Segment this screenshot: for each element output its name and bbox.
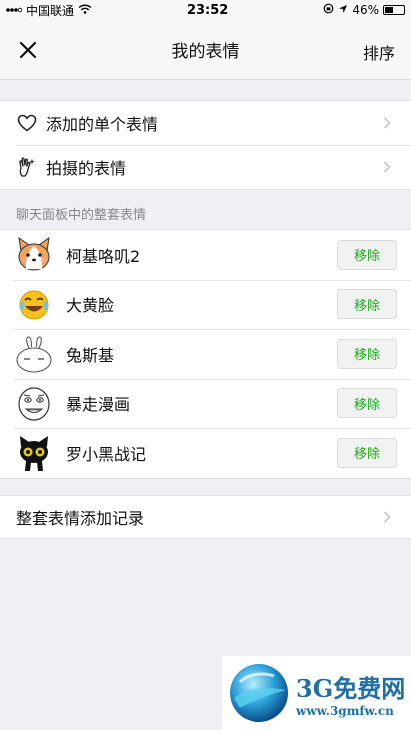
close-button[interactable] (14, 36, 42, 64)
chevron-right-icon (383, 117, 391, 129)
laughing-emoji-icon (14, 284, 54, 324)
pack-name: 兔斯基 (66, 345, 115, 365)
battery-percent: 46% (352, 3, 379, 17)
location-icon (338, 3, 348, 17)
pack-name: 大黄脸 (66, 296, 115, 316)
menu-item-added-single[interactable]: 添加的单个表情 (0, 101, 411, 145)
chevron-right-icon (383, 510, 391, 523)
rabbit-sticker-icon (14, 334, 54, 374)
sort-button[interactable]: 排序 (363, 40, 395, 64)
wifi-icon (78, 3, 92, 17)
chevron-right-icon (383, 161, 391, 173)
record-label: 整套表情添加记录 (16, 508, 145, 528)
pack-name: 暴走漫画 (66, 395, 131, 415)
remove-button[interactable]: 移除 (337, 239, 397, 270)
list-item[interactable]: 大黄脸 移除 (0, 279, 411, 330)
status-bar-right: 46% (323, 3, 405, 17)
remove-button[interactable]: 移除 (337, 388, 397, 419)
pack-name: 罗小黑战记 (66, 444, 147, 464)
menu-item-label: 拍摄的表情 (46, 159, 127, 178)
section-title: 聊天面板中的整套表情 (16, 208, 147, 223)
menu-item-label: 添加的单个表情 (46, 115, 159, 134)
nav-bar: 我的表情 排序 (0, 20, 411, 80)
watermark-url: www.3gmfw.cn (296, 703, 394, 718)
list-item[interactable]: 柯基咯叽2 移除 (0, 230, 411, 280)
status-bar: 中国联通 23:52 46% (0, 0, 411, 20)
close-icon (19, 41, 37, 59)
corgi-sticker-icon (14, 235, 54, 275)
watermark-title: 3G免费网 (296, 673, 406, 703)
rotation-lock-icon (323, 3, 334, 17)
heart-icon (16, 112, 38, 134)
pack-name: 柯基咯叽2 (66, 246, 141, 266)
remove-button[interactable]: 移除 (337, 289, 397, 320)
sticker-pack-list: 柯基咯叽2 移除 大黄脸 移除 兔斯基 移除 暴走漫画 移除 罗小黑战记 移除 (0, 229, 411, 479)
signal-icon (6, 3, 23, 17)
black-cat-icon (14, 433, 54, 473)
top-menu-group: 添加的单个表情 拍摄的表情 (0, 100, 411, 190)
list-item[interactable]: 暴走漫画 移除 (0, 378, 411, 429)
list-item[interactable]: 兔斯基 移除 (0, 329, 411, 379)
sticker-add-history-item[interactable]: 整套表情添加记录 (0, 496, 411, 538)
page-title: 我的表情 (171, 42, 240, 62)
status-bar-left: 中国联通 (6, 2, 92, 19)
hand-sparkle-icon (16, 156, 38, 178)
status-time: 23:52 (186, 2, 229, 18)
rage-face-icon (14, 383, 54, 423)
carrier-label: 中国联通 (26, 3, 75, 18)
watermark: 3G免费网 www.3gmfw.cn (222, 656, 411, 730)
globe-logo-icon (230, 664, 288, 722)
watermark-text: 3G免费网 www.3gmfw.cn (296, 669, 405, 718)
battery-icon (382, 5, 405, 15)
remove-button[interactable]: 移除 (337, 437, 397, 468)
menu-item-captured[interactable]: 拍摄的表情 (0, 145, 411, 189)
record-group: 整套表情添加记录 (0, 494, 411, 539)
remove-button[interactable]: 移除 (337, 338, 397, 369)
list-item[interactable]: 罗小黑战记 移除 (0, 428, 411, 478)
